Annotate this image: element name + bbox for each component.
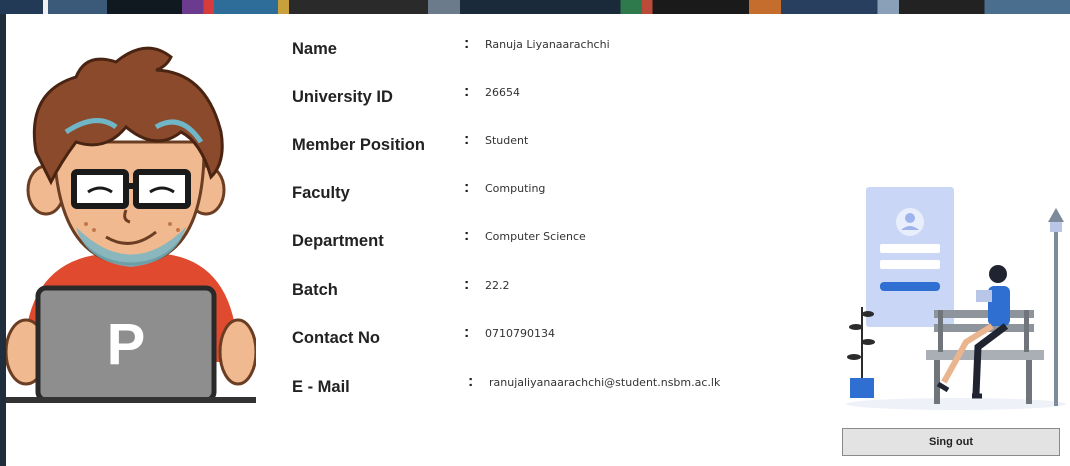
field-label: University ID [292,88,393,106]
field-colon: : [464,35,470,52]
profile-window: P Name : Ranuja Liyanaarachchi Universit… [6,14,1070,466]
field-colon: : [464,179,470,196]
sign-out-button[interactable]: Sing out [842,428,1060,456]
field-member-position-row: Member Position : Student [292,131,1070,166]
field-value-faculty: Computing [485,182,546,195]
field-value-member-position: Student [485,134,529,147]
field-value-email: ranujaliyanaarachchi@student.nsbm.ac.lk [489,376,721,389]
field-label: Batch [292,281,338,299]
login-illustration-icon [846,187,1066,410]
field-label: Faculty [292,184,350,202]
desktop-background-strip [0,0,1070,14]
field-value-name: Ranuja Liyanaarachchi [485,38,610,51]
field-university-id-row: University ID : 26654 [292,83,1070,118]
field-value-university-id: 26654 [485,86,520,99]
field-value-batch: 22.2 [485,279,510,292]
field-label: E - Mail [292,378,350,396]
field-name-row: Name : Ranuja Liyanaarachchi [292,35,1070,70]
field-colon: : [464,324,470,341]
field-colon: : [464,83,470,100]
field-label: Department [292,232,384,250]
boy-with-laptop-icon: P [6,46,256,403]
field-colon: : [468,373,474,390]
field-label: Member Position [292,136,425,154]
field-colon: : [464,131,470,148]
field-label: Name [292,40,337,58]
field-colon: : [464,276,470,293]
laptop-letter: P [107,312,146,377]
field-value-department: Computer Science [485,230,586,243]
field-colon: : [464,227,470,244]
field-label: Contact No [292,329,380,347]
field-value-contact-no: 0710790134 [485,327,555,340]
